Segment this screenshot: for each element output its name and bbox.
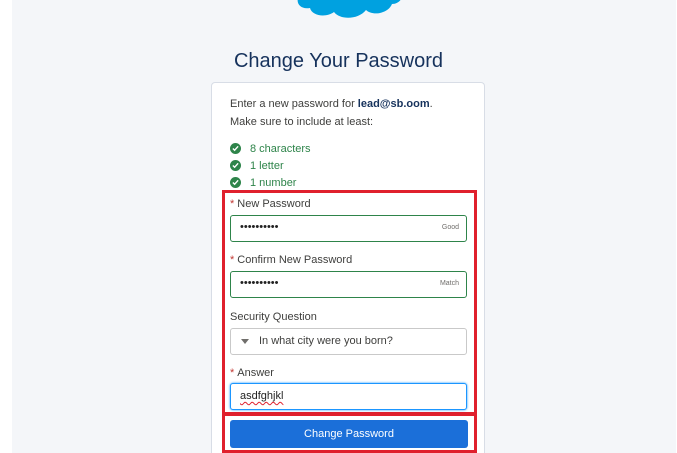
answer-value: asdfghjkl bbox=[240, 390, 284, 402]
security-question-select[interactable]: In what city were you born? bbox=[230, 328, 467, 355]
requirement-label: 1 letter bbox=[250, 159, 284, 172]
password-requirements: 8 characters 1 letter 1 number bbox=[230, 140, 311, 191]
change-password-button[interactable]: Change Password bbox=[230, 420, 468, 448]
page-title: Change Your Password bbox=[233, 50, 444, 72]
password-match-hint: Match bbox=[439, 280, 459, 287]
security-question-label: Security Question bbox=[230, 311, 317, 323]
new-password-value: •••••••••• bbox=[240, 221, 279, 233]
answer-input[interactable]: asdfghjkl bbox=[230, 383, 467, 410]
requirement-item: 1 letter bbox=[230, 157, 311, 174]
requirement-label: 8 characters bbox=[250, 142, 311, 155]
confirm-password-label: * Confirm New Password bbox=[230, 254, 353, 266]
confirm-password-value: •••••••••• bbox=[240, 277, 279, 289]
check-circle-icon bbox=[230, 177, 241, 188]
check-circle-icon bbox=[230, 160, 241, 171]
security-question-value: In what city were you born? bbox=[259, 335, 393, 347]
intro-line2: Make sure to include at least: bbox=[230, 116, 374, 128]
answer-label: * Answer bbox=[230, 367, 274, 379]
password-strength-hint: Good bbox=[441, 224, 459, 231]
check-circle-icon bbox=[230, 143, 241, 154]
account-email: lead@sb.oom bbox=[357, 98, 430, 110]
requirement-item: 8 characters bbox=[230, 140, 311, 157]
intro-text: Enter a new password for lead@sb.oom. Ma… bbox=[230, 95, 480, 131]
intro-line1-prefix: Enter a new password for bbox=[230, 98, 358, 110]
confirm-password-input[interactable]: •••••••••• Match bbox=[230, 271, 467, 298]
intro-line1-suffix: . bbox=[429, 98, 433, 110]
chevron-down-icon bbox=[241, 339, 249, 344]
new-password-input[interactable]: •••••••••• Good bbox=[230, 215, 467, 242]
requirement-label: 1 number bbox=[250, 176, 297, 189]
requirement-item: 1 number bbox=[230, 174, 311, 191]
salesforce-cloud-logo bbox=[297, 0, 401, 18]
new-password-label: * New Password bbox=[230, 198, 311, 210]
